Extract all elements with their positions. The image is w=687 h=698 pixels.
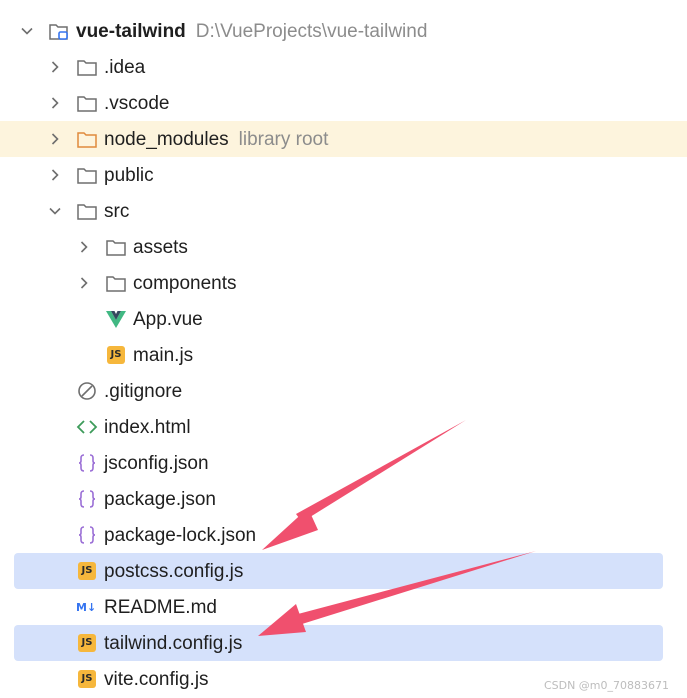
js-badge: JS [78, 634, 96, 652]
tree-item-label: tailwind.config.js [104, 632, 243, 654]
tree-item-vscode[interactable]: .vscode [0, 85, 687, 121]
tree-item-readme[interactable]: M↓ README.md [0, 589, 687, 625]
tree-item-label: .gitignore [104, 380, 183, 402]
chevron-right-icon[interactable] [77, 276, 91, 290]
tree-item-label: postcss.config.js [104, 560, 244, 582]
tree-item-tailwind-config[interactable]: JS tailwind.config.js [14, 625, 663, 661]
js-badge: JS [78, 670, 96, 688]
tree-item-jsconfig[interactable]: jsconfig.json [0, 445, 687, 481]
chevron-right-icon[interactable] [48, 168, 62, 182]
chevron-right-icon[interactable] [48, 60, 62, 74]
tree-item-assets[interactable]: assets [0, 229, 687, 265]
js-file-icon: JS [76, 669, 98, 689]
tree-item-src[interactable]: src [0, 193, 687, 229]
ignore-file-icon [76, 381, 98, 401]
tree-item-index-html[interactable]: index.html [0, 409, 687, 445]
tree-item-label: App.vue [133, 308, 203, 330]
json-file-icon [76, 489, 98, 509]
tree-item-root[interactable]: vue-tailwind D:\VueProjects\vue-tailwind [0, 13, 687, 49]
js-file-icon: JS [76, 633, 98, 653]
tree-item-postcss-config[interactable]: JS postcss.config.js [14, 553, 663, 589]
folder-icon [76, 57, 98, 77]
tree-item-components[interactable]: components [0, 265, 687, 301]
tree-item-app-vue[interactable]: App.vue [0, 301, 687, 337]
tree-item-label: node_modules [104, 128, 229, 150]
tree-item-main-js[interactable]: JS main.js [0, 337, 687, 373]
tree-item-label: main.js [133, 344, 194, 366]
folder-icon [76, 201, 98, 221]
tree-item-gitignore[interactable]: .gitignore [0, 373, 687, 409]
tree-item-package-json[interactable]: package.json [0, 481, 687, 517]
json-file-icon [76, 525, 98, 545]
chevron-right-icon[interactable] [77, 240, 91, 254]
html-file-icon [76, 417, 98, 437]
tree-item-package-lock[interactable]: package-lock.json [0, 517, 687, 553]
tree-item-label: package.json [104, 488, 216, 510]
tree-item-public[interactable]: public [0, 157, 687, 193]
chevron-down-icon[interactable] [20, 24, 34, 38]
tree-item-label: components [133, 272, 237, 294]
project-path: D:\VueProjects\vue-tailwind [195, 20, 428, 42]
tree-item-label: assets [133, 236, 188, 258]
js-badge: JS [78, 562, 96, 580]
markdown-file-icon: M↓ [76, 597, 98, 617]
tree-item-label: public [104, 164, 154, 186]
folder-icon [76, 93, 98, 113]
js-file-icon: JS [76, 561, 98, 581]
folder-icon [105, 237, 127, 257]
project-name: vue-tailwind [76, 20, 186, 42]
json-file-icon [76, 453, 98, 473]
tree-item-label: package-lock.json [104, 524, 257, 546]
project-tree: vue-tailwind D:\VueProjects\vue-tailwind… [0, 13, 687, 697]
vue-file-icon [105, 309, 127, 329]
tree-item-label: .vscode [104, 92, 170, 114]
chevron-down-icon[interactable] [48, 204, 62, 218]
tree-item-label: .idea [104, 56, 146, 78]
watermark: CSDN @m0_70883671 [543, 679, 669, 692]
folder-icon [105, 273, 127, 293]
chevron-right-icon[interactable] [48, 96, 62, 110]
folder-icon [76, 165, 98, 185]
folder-icon [76, 129, 98, 149]
js-badge: JS [107, 346, 125, 364]
tree-item-label: index.html [104, 416, 191, 438]
tree-item-label: vite.config.js [104, 668, 209, 690]
tree-item-label: src [104, 200, 130, 222]
project-folder-icon [48, 21, 70, 41]
svg-text:M↓: M↓ [76, 601, 96, 614]
tree-item-label: README.md [104, 596, 217, 618]
tree-item-label: jsconfig.json [104, 452, 209, 474]
chevron-right-icon[interactable] [48, 132, 62, 146]
js-file-icon: JS [105, 345, 127, 365]
tree-item-node-modules[interactable]: node_modules library root [0, 121, 687, 157]
tree-item-idea[interactable]: .idea [0, 49, 687, 85]
library-root-tag: library root [238, 128, 329, 150]
